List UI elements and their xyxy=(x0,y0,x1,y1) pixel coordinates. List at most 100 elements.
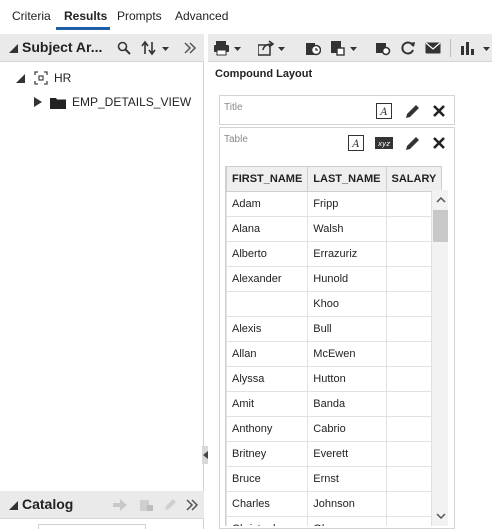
compound-layout-title: Compound Layout xyxy=(215,68,313,80)
edit-icon[interactable] xyxy=(162,497,178,513)
bookmark-link-icon[interactable] xyxy=(330,39,360,57)
format-view-icon[interactable]: A xyxy=(376,103,392,119)
left-pane: Subject Ar... HR EMP_DETAILS_VIEW Catalo… xyxy=(0,34,204,529)
new-view-icon[interactable] xyxy=(460,39,492,57)
tree-item-hr[interactable]: HR xyxy=(16,70,71,86)
cell-first-name: Adam xyxy=(226,191,309,217)
tab-prompts[interactable]: Prompts xyxy=(117,9,162,23)
cell-first-name: Alexis xyxy=(226,316,309,342)
cell-last-name: Ernst xyxy=(307,466,387,492)
table-header-row: FIRST_NAME LAST_NAME SALARY xyxy=(226,166,443,192)
tab-criteria[interactable]: Criteria xyxy=(12,9,51,23)
table-view-label: Table xyxy=(224,134,248,145)
cell-last-name: Hutton xyxy=(307,366,387,392)
cell-last-name: Bull xyxy=(307,316,387,342)
catalog-title: Catalog xyxy=(22,496,74,512)
scroll-down-icon[interactable] xyxy=(432,508,449,524)
cell-first-name: Christopher xyxy=(226,516,309,526)
cell-last-name: Everett xyxy=(307,441,387,467)
cell-last-name: Khoo xyxy=(307,291,387,317)
title-view-box: Title A xyxy=(219,95,455,125)
edit-pencil-icon[interactable] xyxy=(404,134,422,152)
table-row: ChristopherOlsen xyxy=(226,516,443,526)
cell-first-name xyxy=(226,291,309,317)
tree-label-emp-details-view: EMP_DETAILS_VIEW xyxy=(72,95,192,109)
tab-advanced[interactable]: Advanced xyxy=(175,9,228,23)
sort-icon[interactable] xyxy=(141,40,171,56)
folder-icon xyxy=(50,96,72,109)
cell-last-name: Cabrio xyxy=(307,416,387,442)
table-row: Alexis Bull xyxy=(226,316,443,342)
cell-last-name: Errazuriz xyxy=(307,241,387,267)
results-table: FIRST_NAME LAST_NAME SALARY Adam Fripp Ala… xyxy=(226,166,443,526)
tab-results[interactable]: Results xyxy=(64,9,107,23)
cell-last-name: Fripp xyxy=(307,191,387,217)
column-header-first-name[interactable]: FIRST_NAME xyxy=(226,166,309,192)
table-row: Alyssa Hutton xyxy=(226,366,443,392)
print-icon[interactable] xyxy=(214,39,244,57)
pane-splitter[interactable] xyxy=(202,446,208,464)
cell-first-name: Charles xyxy=(226,491,309,517)
cell-first-name: Anthony xyxy=(226,416,309,442)
cell-first-name: Alexander xyxy=(226,266,309,292)
properties-icon[interactable] xyxy=(138,497,154,513)
table-row: Alana Walsh xyxy=(226,216,443,242)
table-scrollbar[interactable] xyxy=(431,190,448,526)
cell-last-name: Olsen xyxy=(307,516,387,526)
cell-last-name: Walsh xyxy=(307,216,387,242)
search-icon[interactable] xyxy=(116,40,132,56)
toolbar-separator xyxy=(450,39,451,57)
schedule-icon[interactable] xyxy=(304,39,322,57)
close-icon[interactable] xyxy=(430,102,448,120)
column-header-salary[interactable]: SALARY xyxy=(385,166,443,192)
table-row: Khoo xyxy=(226,291,443,317)
column-header-last-name[interactable]: LAST_NAME xyxy=(307,166,387,192)
catalog-input-edge xyxy=(38,524,146,529)
cell-first-name: Amit xyxy=(226,391,309,417)
expand-triangle-icon[interactable] xyxy=(34,97,50,107)
table-row: Alberto Errazuriz xyxy=(226,241,443,267)
scroll-thumb[interactable] xyxy=(433,210,448,242)
tree-item-emp-details-view[interactable]: EMP_DETAILS_VIEW xyxy=(34,94,191,110)
edit-pencil-icon[interactable] xyxy=(404,102,422,120)
cell-first-name: Alana xyxy=(226,216,309,242)
table-row: Allan McEwen xyxy=(226,341,443,367)
cell-first-name: Bruce xyxy=(226,466,309,492)
cell-first-name: Allan xyxy=(226,341,309,367)
tree-label-hr: HR xyxy=(54,71,72,85)
cell-last-name: McEwen xyxy=(307,341,387,367)
collapse-pane-icon[interactable] xyxy=(182,40,198,56)
title-view-label: Title xyxy=(224,102,243,113)
svg-text:xyz: xyz xyxy=(377,140,390,148)
results-table-container: FIRST_NAME LAST_NAME SALARY Adam Fripp Ala… xyxy=(225,166,450,526)
email-icon[interactable] xyxy=(424,39,442,57)
table-row: Alexander Hunold xyxy=(226,266,443,292)
cell-last-name: Banda xyxy=(307,391,387,417)
top-tab-bar: Criteria Results Prompts Advanced xyxy=(0,0,492,34)
table-row: Adam Fripp xyxy=(226,191,443,217)
cell-first-name: Britney xyxy=(226,441,309,467)
refresh-icon[interactable] xyxy=(399,39,417,57)
collapse-pane-icon[interactable] xyxy=(184,497,200,513)
collapse-triangle-icon[interactable] xyxy=(8,500,18,510)
export-icon[interactable] xyxy=(258,39,288,57)
svg-text:A: A xyxy=(379,107,387,118)
table-row: Charles Johnson xyxy=(226,491,443,517)
subject-area-title: Subject Ar... xyxy=(22,39,103,55)
subject-area-header: Subject Ar... xyxy=(0,34,204,62)
expanded-triangle-icon[interactable] xyxy=(16,73,30,83)
cell-first-name: Alberto xyxy=(226,241,309,267)
settings-icon[interactable] xyxy=(374,39,392,57)
results-toolbar xyxy=(208,34,492,62)
format-values-icon[interactable]: xyz xyxy=(375,135,393,151)
add-arrow-icon[interactable] xyxy=(112,497,128,513)
svg-text:A: A xyxy=(351,139,359,150)
cell-first-name: Alyssa xyxy=(226,366,309,392)
table-row: Britney Everett xyxy=(226,441,443,467)
close-icon[interactable] xyxy=(430,134,448,152)
scroll-up-icon[interactable] xyxy=(432,192,449,208)
subject-area-icon xyxy=(34,71,54,85)
collapse-triangle-icon[interactable] xyxy=(8,43,18,53)
format-view-icon[interactable]: A xyxy=(348,135,364,151)
table-row: Anthony Cabrio xyxy=(226,416,443,442)
